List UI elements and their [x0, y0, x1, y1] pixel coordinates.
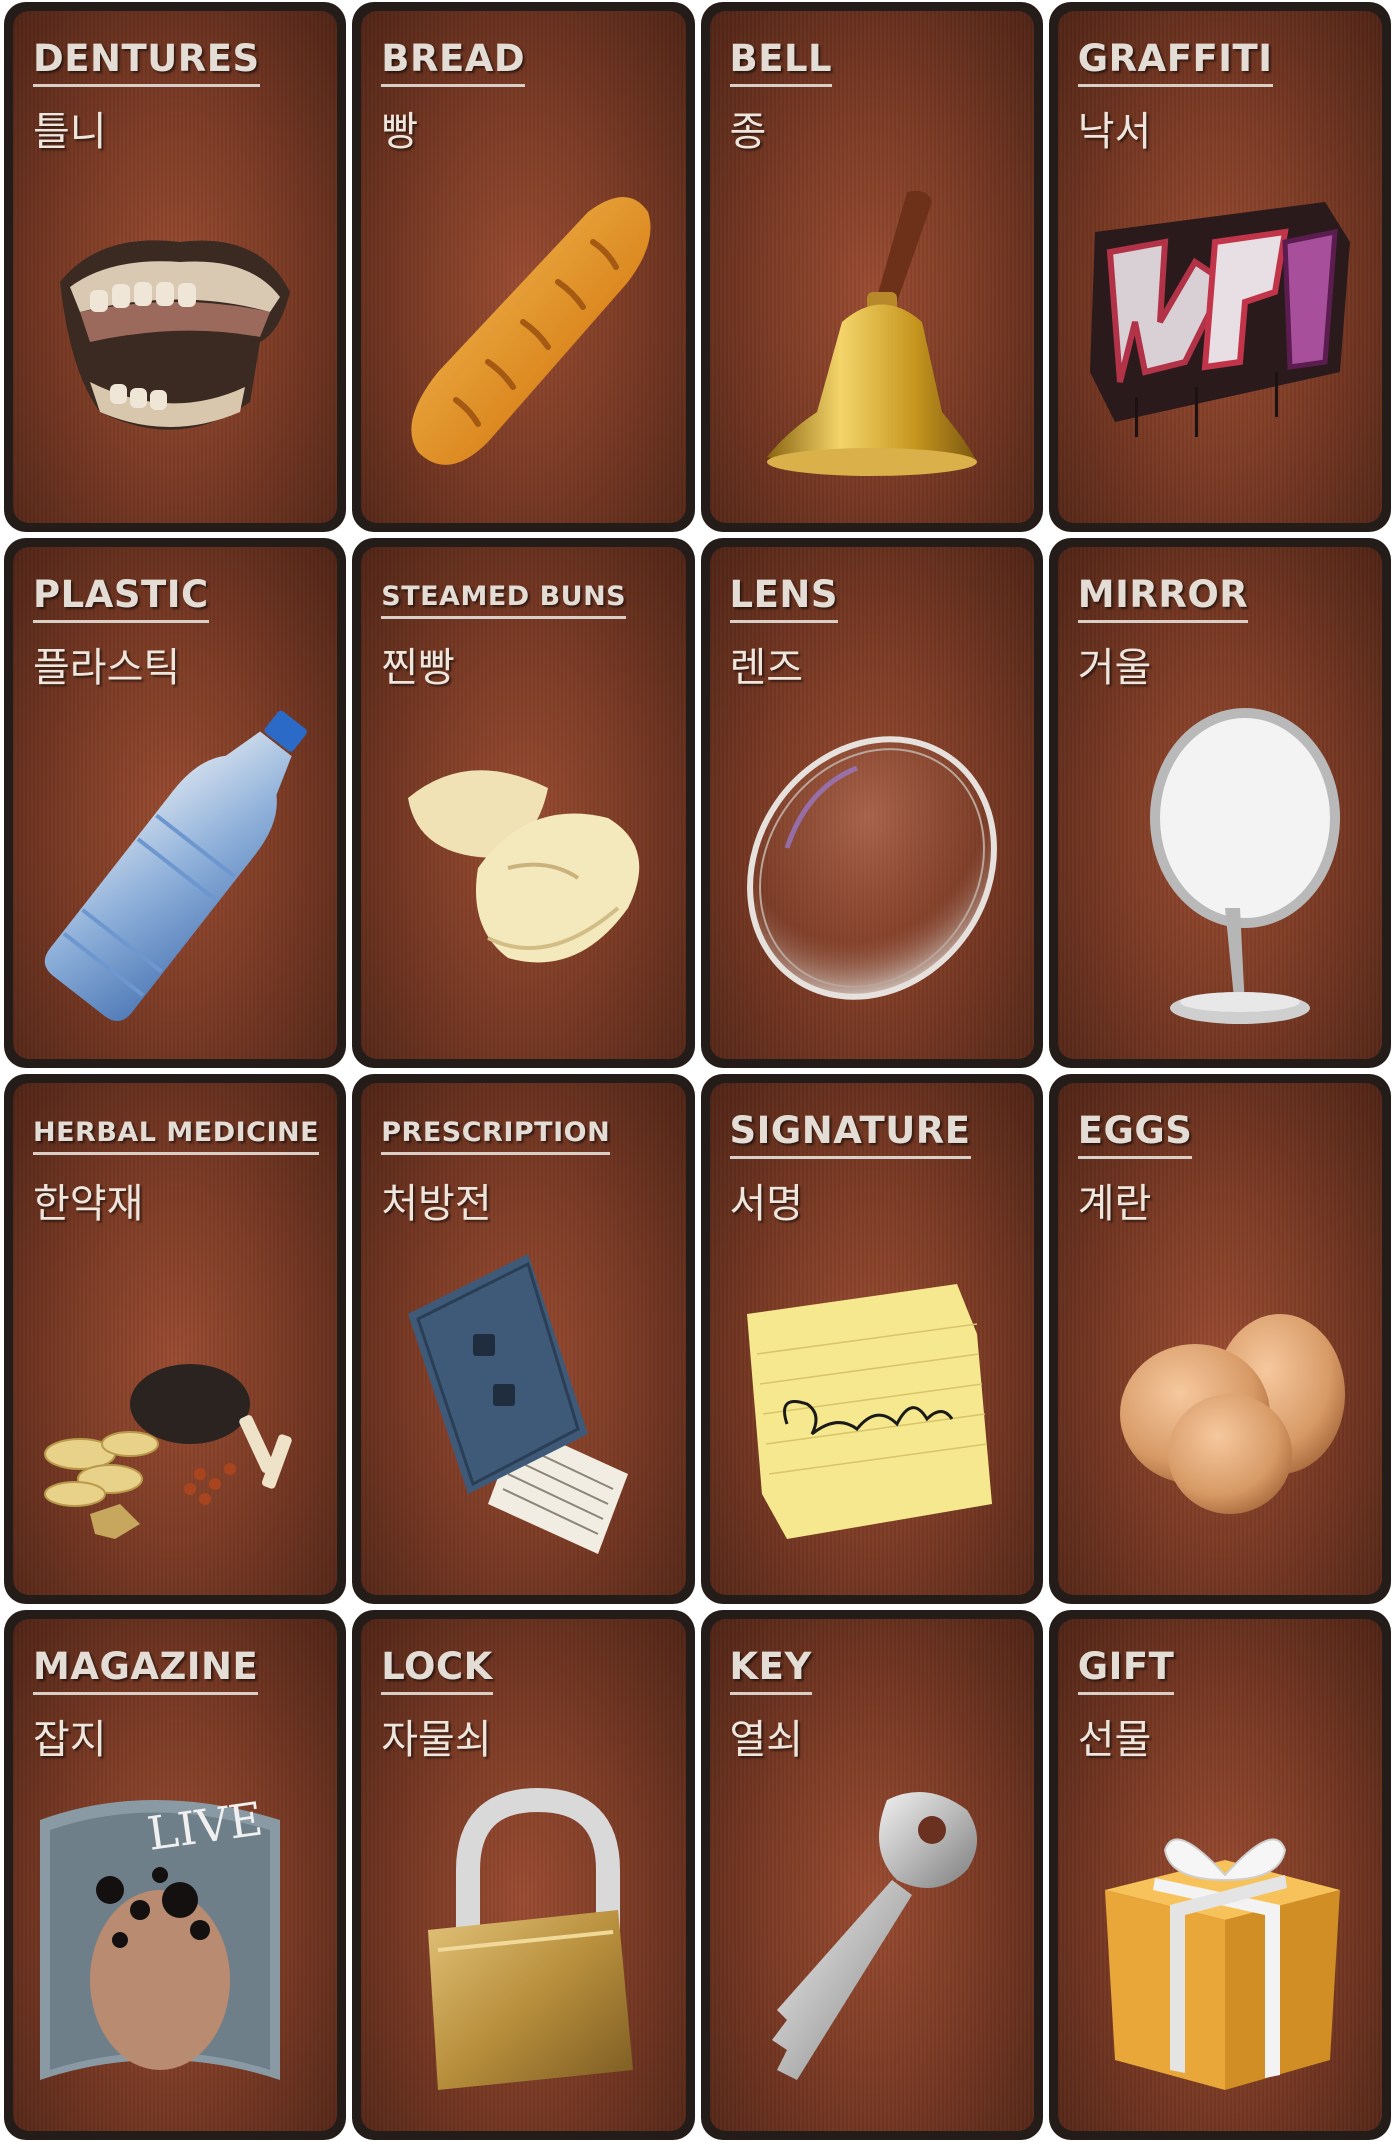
card-steamed-buns[interactable]: STEAMED BUNS 찐빵 — [352, 538, 695, 1068]
mirror-icon — [1058, 697, 1382, 1039]
card-title-ko: 낙서 — [1077, 109, 1152, 155]
card-title-en: GIFT — [1077, 1645, 1175, 1695]
graffiti-icon — [1058, 161, 1382, 503]
card-title-en: KEY — [729, 1645, 812, 1695]
card-title-ko: 틀니 — [33, 109, 107, 155]
card-magazine[interactable]: MAGAZINE 잡지 LIVE — [4, 1610, 347, 2140]
card-title-ko: 서명 — [729, 1181, 804, 1227]
card-prescription[interactable]: PRESCRIPTION 처방전 — [352, 1074, 695, 1604]
bell-icon — [710, 161, 1034, 503]
card-title-ko: 거울 — [1077, 645, 1152, 691]
card-title-en: LENS — [729, 573, 838, 623]
card-key[interactable]: KEY 열쇠 — [700, 1610, 1043, 2140]
card-title-ko: 렌즈 — [729, 645, 804, 691]
card-title-ko: 잡지 — [33, 1717, 107, 1763]
steamed-buns-icon — [361, 697, 685, 1039]
dentures-icon — [13, 161, 337, 503]
magazine-icon: LIVE — [13, 1769, 337, 2111]
card-eggs[interactable]: EGGS 계란 — [1048, 1074, 1391, 1604]
card-title-en: MAGAZINE — [33, 1645, 259, 1695]
card-plastic[interactable]: PLASTIC 플라스틱 — [4, 538, 347, 1068]
card-lock[interactable]: LOCK 자물쇠 — [352, 1610, 695, 2140]
card-title-en: SIGNATURE — [729, 1109, 971, 1159]
eggs-icon — [1058, 1233, 1382, 1575]
card-graffiti[interactable]: GRAFFITI 낙서 — [1048, 2, 1391, 532]
card-title-ko: 처방전 — [381, 1181, 492, 1227]
card-bell[interactable]: BELL 종 — [700, 2, 1043, 532]
card-signature[interactable]: SIGNATURE 서명 — [700, 1074, 1043, 1604]
key-icon — [710, 1769, 1034, 2111]
card-title-en: GRAFFITI — [1077, 37, 1273, 87]
card-title-en: PLASTIC — [33, 573, 209, 623]
card-title-en: EGGS — [1077, 1109, 1193, 1159]
card-title-ko: 계란 — [1077, 1181, 1152, 1227]
card-title-en: BELL — [729, 37, 833, 87]
plastic-bottle-icon — [13, 697, 337, 1039]
herbal-medicine-icon — [13, 1233, 337, 1575]
card-herbal-medicine[interactable]: HERBAL MEDICINE 한약재 — [4, 1074, 347, 1604]
card-title-ko: 자물쇠 — [381, 1717, 492, 1763]
card-title-en: MIRROR — [1077, 573, 1249, 623]
gift-box-icon — [1058, 1769, 1382, 2111]
lens-icon — [710, 697, 1034, 1039]
card-title-ko: 플라스틱 — [33, 645, 181, 691]
card-title-en: STEAMED BUNS — [381, 581, 627, 619]
card-title-ko: 종 — [729, 109, 767, 155]
card-gift[interactable]: GIFT 선물 — [1048, 1610, 1391, 2140]
bread-icon — [361, 161, 685, 503]
padlock-icon — [361, 1769, 685, 2111]
card-title-ko: 한약재 — [33, 1181, 144, 1227]
card-title-ko: 빵 — [381, 109, 419, 155]
prescription-icon — [361, 1233, 685, 1575]
card-title-en: LOCK — [381, 1645, 493, 1695]
card-title-ko: 열쇠 — [729, 1717, 804, 1763]
card-sheet: DENTURES 틀니 BREAD 빵 BELL 종 GRAFFITI 낙서 P… — [0, 0, 1395, 2142]
signature-icon — [710, 1233, 1034, 1575]
card-mirror[interactable]: MIRROR 거울 — [1048, 538, 1391, 1068]
card-title-en: DENTURES — [33, 37, 260, 87]
card-title-en: HERBAL MEDICINE — [33, 1117, 320, 1155]
card-bread[interactable]: BREAD 빵 — [352, 2, 695, 532]
card-title-en: PRESCRIPTION — [381, 1117, 611, 1155]
card-title-en: BREAD — [381, 37, 526, 87]
card-title-ko: 찐빵 — [381, 645, 455, 691]
card-title-ko: 선물 — [1077, 1717, 1152, 1763]
card-lens[interactable]: LENS 렌즈 — [700, 538, 1043, 1068]
card-dentures[interactable]: DENTURES 틀니 — [4, 2, 347, 532]
